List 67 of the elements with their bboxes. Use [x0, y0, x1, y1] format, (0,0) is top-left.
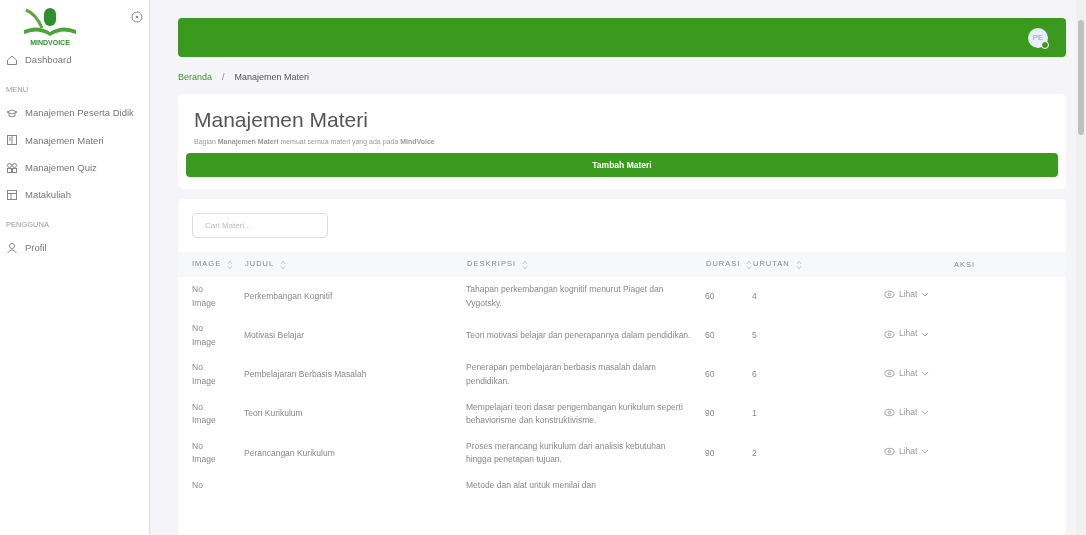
view-dropdown[interactable]: Lihat — [884, 366, 930, 381]
table-cell-text: No — [192, 478, 204, 492]
nav-item[interactable]: Manajemen Peserta Didik — [6, 99, 149, 127]
table-cell: 4 — [752, 290, 757, 301]
chevron-down-icon — [921, 410, 930, 415]
breadcrumb-item: Manajemen Materi — [234, 72, 310, 82]
table-cell: Tahapan perkembangan kognitif menurut Piaget dan Vygotsky. — [466, 284, 664, 308]
house-icon — [6, 53, 18, 66]
view-dropdown[interactable]: Lihat — [884, 405, 930, 420]
table-cell: 60 — [705, 290, 715, 301]
table-cell-text: No Image — [192, 283, 217, 310]
view-dropdown[interactable]: Lihat — [884, 327, 930, 341]
sort-icon — [795, 259, 802, 270]
nav-item[interactable]: Matakuliah — [6, 181, 149, 209]
chevron-down-icon — [921, 370, 930, 376]
breadcrumb-separator: / — [222, 72, 225, 82]
dashboard-nav-item[interactable]: Dashboard — [6, 46, 149, 74]
table-cell: Mempelajari teori dasar pengembangan kurikulum seperti behaviorisme dan konstruktivisme. — [466, 401, 683, 426]
table-icon — [6, 188, 18, 201]
table-cell: 60 — [705, 369, 715, 380]
table-cell: Perancangan Kurikulum — [244, 447, 335, 458]
page-title: Manajemen Materi — [194, 108, 369, 132]
table-cell: 60 — [705, 330, 715, 340]
breadcrumb-item[interactable]: Beranda — [178, 72, 213, 82]
nav-item[interactable]: Manajemen Quiz — [6, 153, 149, 182]
add-material-button[interactable]: Tambah Materi — [186, 153, 1058, 177]
table-cell-text: No Image — [192, 322, 217, 349]
table-cell-text: No Image — [192, 400, 217, 428]
nav-item[interactable]: Profil — [6, 234, 149, 262]
chevron-down-icon — [921, 331, 930, 337]
sort-icon — [280, 259, 287, 270]
sort-icon — [227, 259, 234, 270]
chevron-down-icon — [921, 292, 930, 298]
user-icon — [6, 242, 18, 255]
sort-icon — [746, 259, 753, 270]
avatar[interactable]: PE — [1028, 27, 1048, 48]
table-cell-text: No Image — [192, 439, 217, 467]
table-cell: 5 — [752, 330, 757, 340]
table-cell: Proses merancang kurikulum dari analisis kebutuhan hingga penetapan tujuan. — [466, 440, 666, 465]
eye-icon — [884, 367, 895, 379]
table-cell: Perkembangan Kognitif — [244, 290, 333, 301]
table-cell: Penerapan pembelajaran berbasis masalah dalam pendidikan. — [466, 362, 656, 386]
table-cell: Metode dan alat untuk menilai dan — [466, 479, 596, 490]
eye-icon — [884, 407, 895, 418]
grid-icon — [6, 161, 18, 174]
table-cell-text: No Image — [192, 361, 217, 388]
table-cell: 2 — [752, 447, 757, 458]
eye-icon — [884, 289, 895, 301]
graduation-cap-icon — [6, 106, 18, 119]
view-dropdown[interactable]: Lihat — [884, 444, 930, 459]
chevron-down-icon — [921, 449, 930, 455]
table-cell: Pembelajaran Berbasis Masalah — [244, 369, 367, 380]
table-cell: 1 — [752, 408, 757, 419]
table-cell: Motivasi Belajar — [244, 330, 304, 340]
nav-item[interactable]: Manajemen Materi — [6, 126, 149, 154]
scrollbar[interactable] — [1076, 0, 1086, 535]
table-cell: 90 — [705, 408, 715, 419]
table-cell: 6 — [752, 369, 757, 380]
book-icon — [6, 134, 18, 147]
toggle-circle-icon[interactable] — [131, 11, 143, 23]
table-cell: Teori motivasi belajar dan penerapannya dalam pendidikan. — [466, 330, 691, 340]
table-cell: 90 — [705, 447, 715, 458]
table-cell: Teori Kurikulum — [244, 408, 303, 419]
eye-icon — [884, 446, 895, 458]
view-dropdown[interactable]: Lihat — [884, 288, 930, 302]
sort-icon — [522, 259, 528, 270]
eye-icon — [884, 328, 895, 340]
